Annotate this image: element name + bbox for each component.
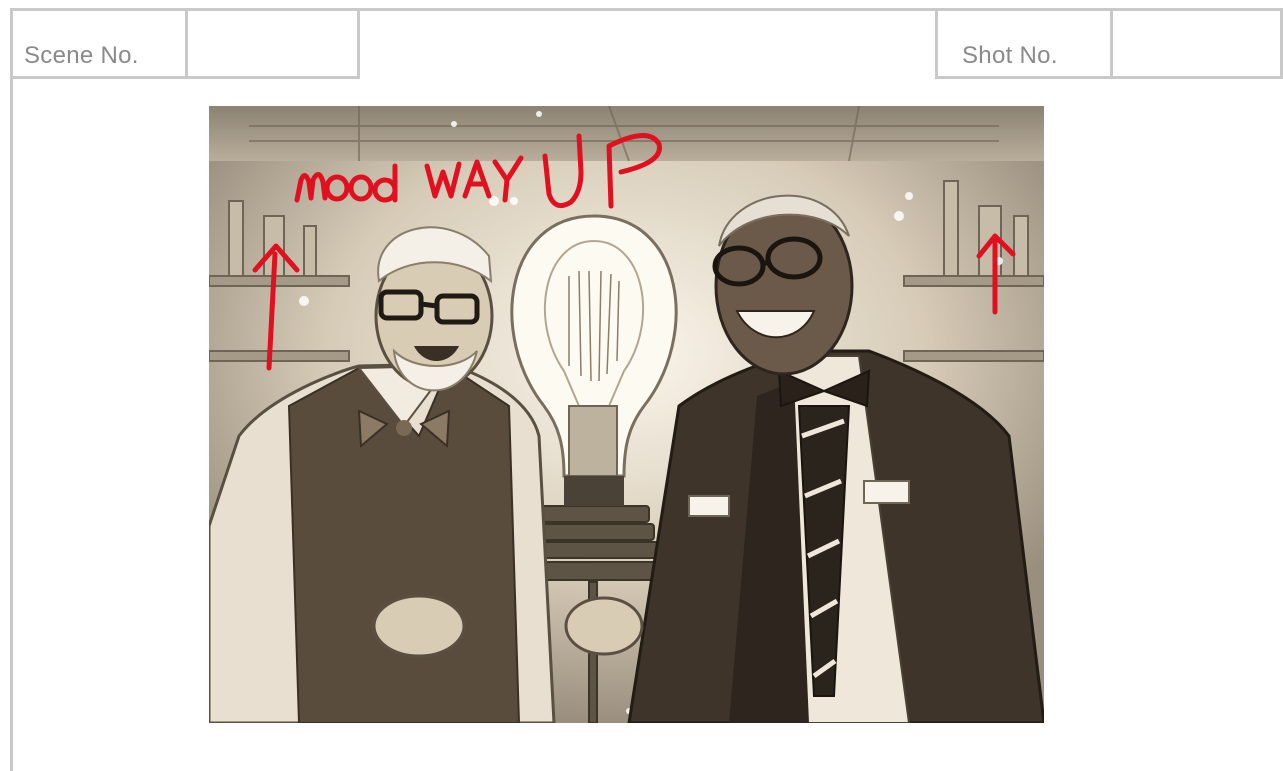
shot-label: Shot No. [962, 42, 1058, 69]
storyboard-illustration [209, 106, 1044, 723]
scene-number-field[interactable] [185, 8, 360, 79]
scene-label: Scene No. [24, 42, 139, 69]
shot-number-field[interactable] [1110, 8, 1283, 79]
storyboard-panel[interactable] [209, 106, 1044, 723]
